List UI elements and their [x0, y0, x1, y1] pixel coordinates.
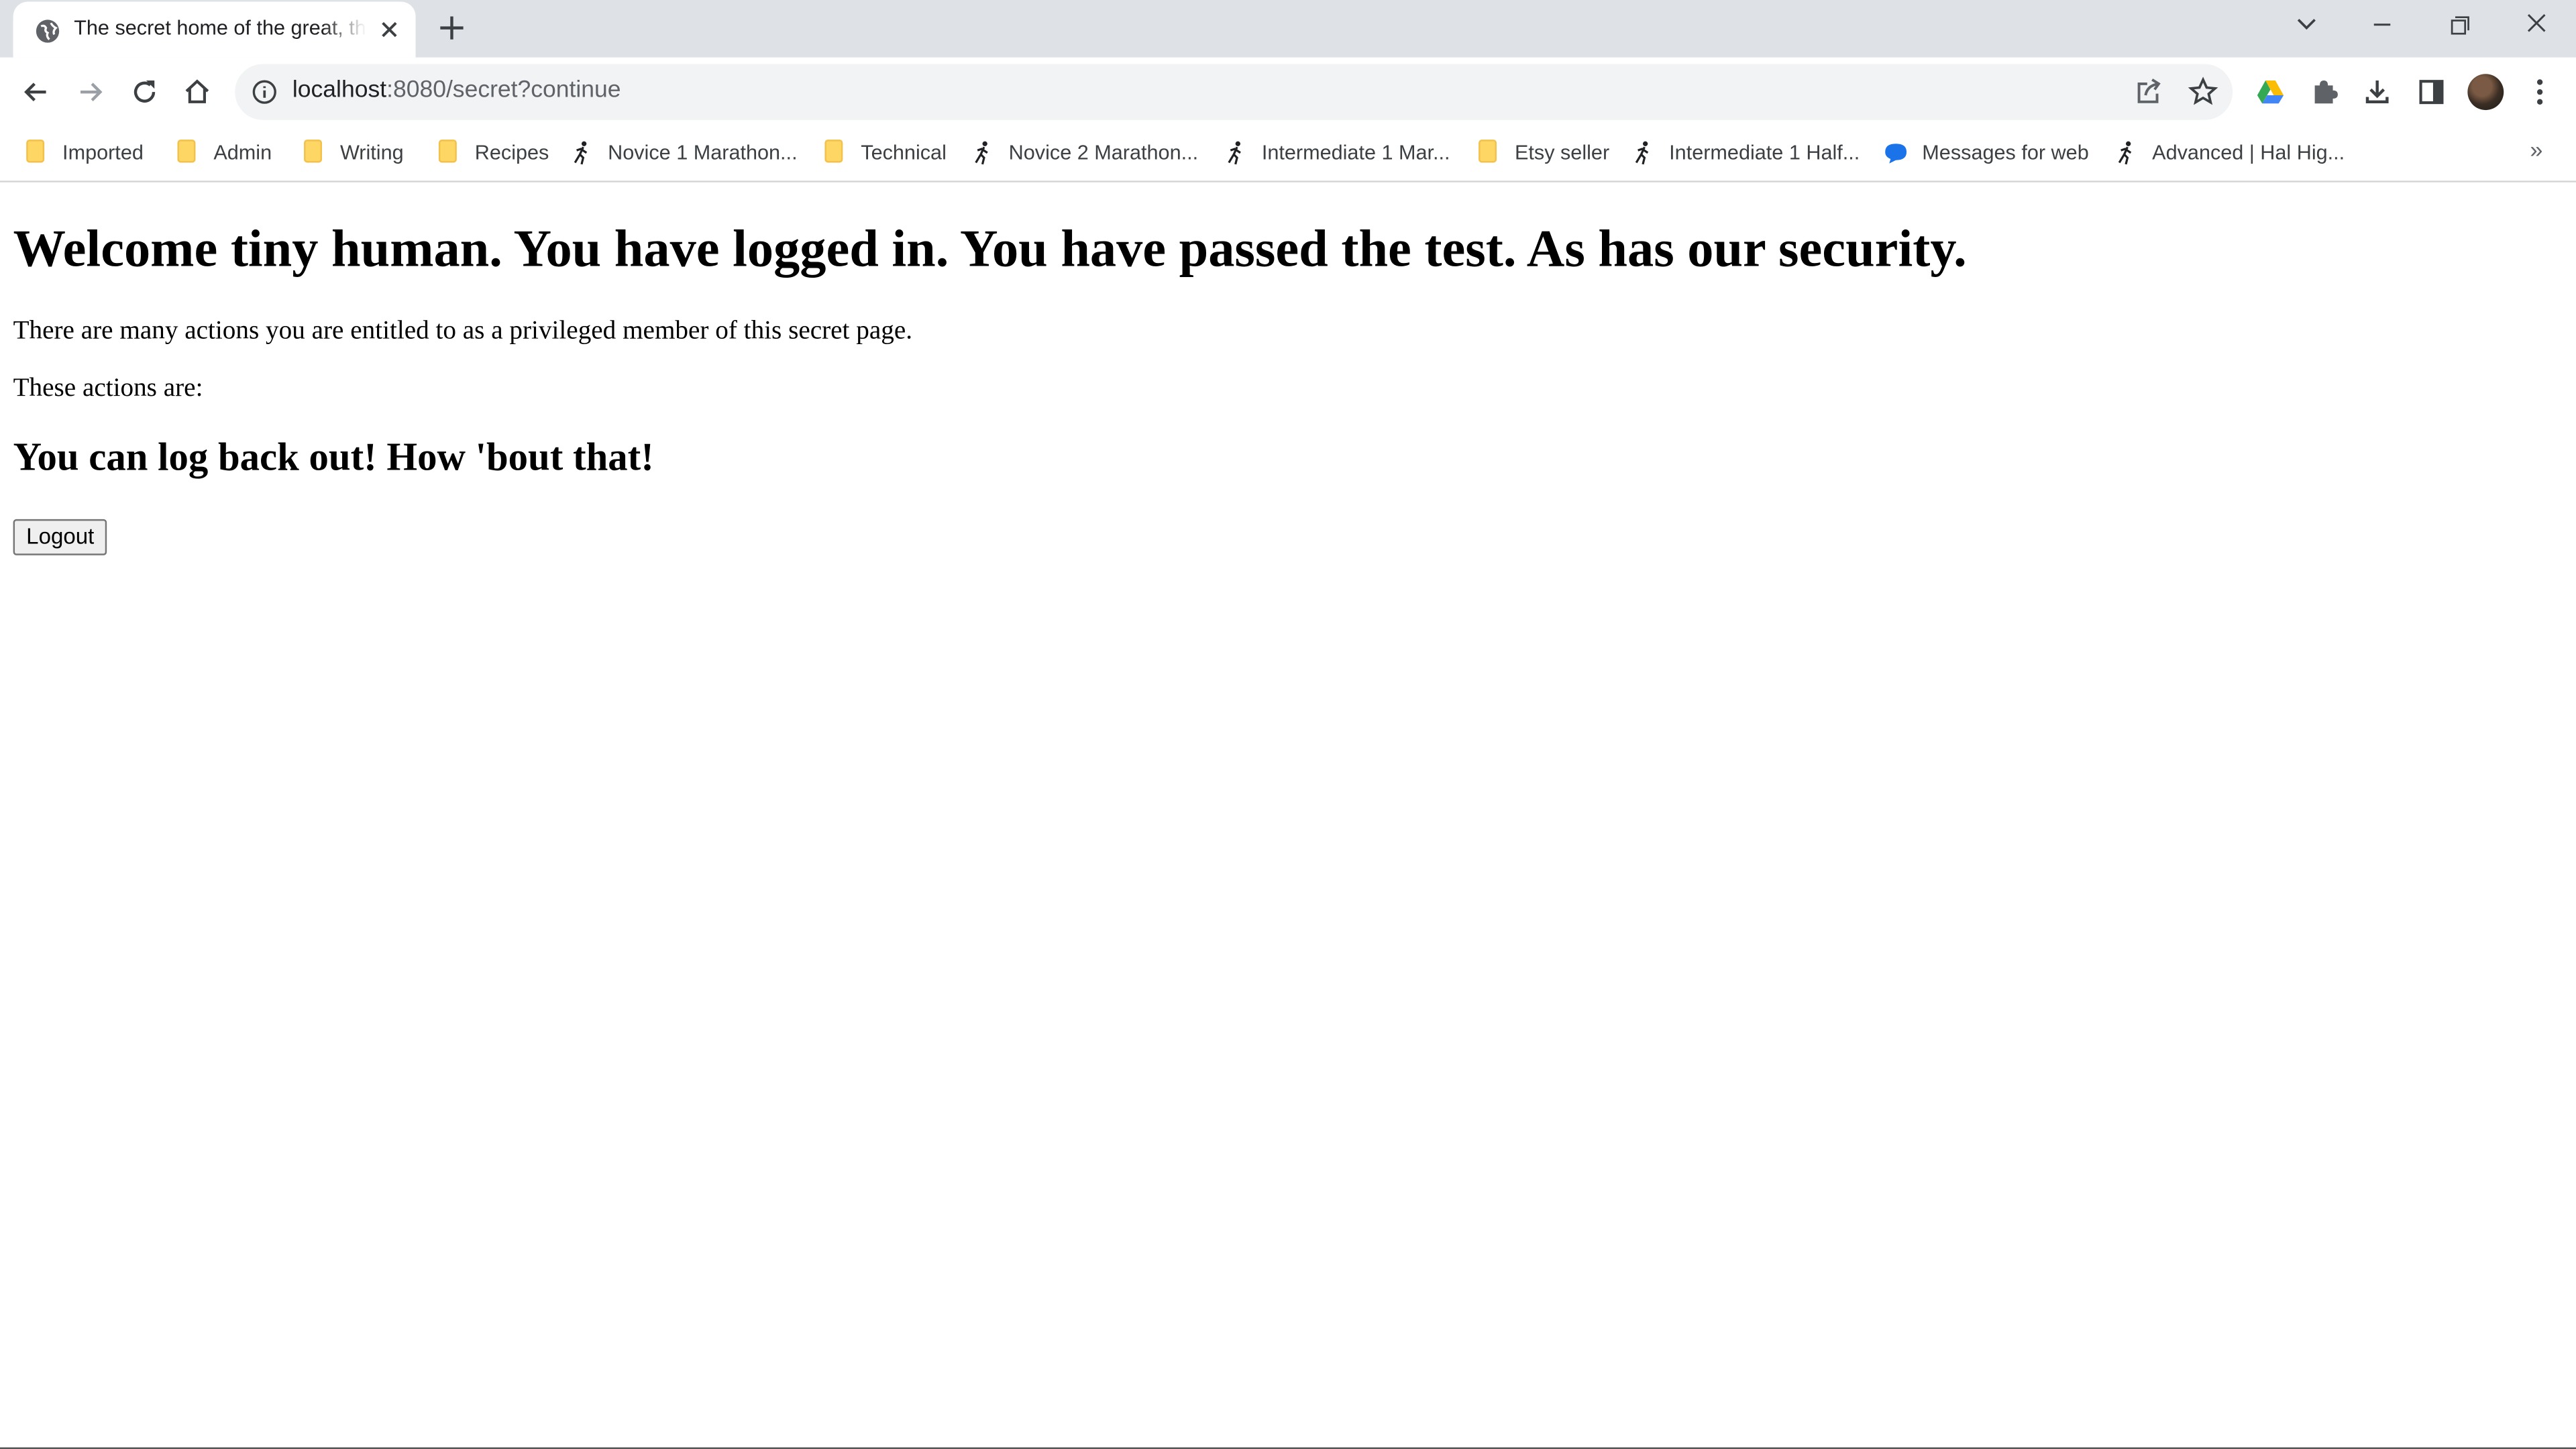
- bookmark-advanced-hal-hig[interactable]: Advanced | Hal Hig...: [2112, 138, 2345, 168]
- browser-window: The secret home of the great, the localh…: [0, 0, 2576, 1449]
- url-text[interactable]: localhost:8080/secret?continue: [292, 77, 621, 103]
- bookmark-recipes[interactable]: Recipes: [435, 138, 549, 168]
- bookmark-label: Technical: [861, 141, 947, 164]
- bookmark-label: Novice 2 Marathon...: [1008, 141, 1199, 164]
- runner-icon: [2118, 141, 2132, 165]
- home-icon[interactable]: [180, 76, 213, 109]
- menu-kebab-icon[interactable]: [2524, 76, 2557, 109]
- folder-icon: [1475, 140, 1501, 166]
- bookmark-admin[interactable]: Admin: [174, 138, 272, 168]
- url-path: :8080/secret?continue: [386, 77, 621, 104]
- bookmark-label: Writing: [339, 141, 404, 164]
- logout-button[interactable]: Logout: [13, 519, 107, 555]
- bookmark-label: Admin: [213, 141, 272, 164]
- bookmarks-overflow-chevron[interactable]: »: [2530, 136, 2542, 162]
- bookmark-label: Intermediate 1 Half...: [1669, 141, 1860, 164]
- folder-icon: [23, 140, 49, 166]
- page-title: Welcome tiny human. You have logged in. …: [13, 218, 1967, 278]
- back-arrow-icon[interactable]: [19, 76, 52, 109]
- messages-icon: [1885, 144, 1907, 164]
- extensions-puzzle-icon[interactable]: [2308, 76, 2341, 109]
- bookmark-label: Intermediate 1 Mar...: [1261, 141, 1450, 164]
- bookmark-writing[interactable]: Writing: [301, 138, 404, 168]
- logout-heading: You can log back out! How 'bout that!: [13, 437, 654, 480]
- actions-label: These actions are:: [13, 374, 203, 403]
- folder-icon: [435, 140, 462, 166]
- site-info-icon[interactable]: [252, 79, 278, 105]
- download-icon[interactable]: [2361, 76, 2394, 109]
- reload-icon[interactable]: [128, 76, 161, 109]
- runner-icon: [1228, 141, 1241, 165]
- globe-icon: [36, 19, 60, 43]
- close-tab-icon[interactable]: [378, 18, 400, 41]
- bookmark-label: Novice 1 Marathon...: [608, 141, 798, 164]
- google-drive-icon[interactable]: [2254, 76, 2287, 109]
- bookmark-intermediate-1-half[interactable]: Intermediate 1 Half...: [1629, 138, 1860, 168]
- folder-icon: [174, 140, 201, 166]
- runner-icon: [1635, 141, 1649, 165]
- browser-tab[interactable]: The secret home of the great, the: [13, 1, 416, 58]
- share-icon[interactable]: [2133, 76, 2165, 109]
- bookmark-etsy-seller[interactable]: Etsy seller: [1475, 138, 1609, 168]
- restore-icon[interactable]: [2441, 10, 2477, 40]
- close-window-icon[interactable]: [2518, 10, 2555, 40]
- runner-icon: [574, 141, 588, 165]
- bookmark-star-icon[interactable]: [2187, 76, 2220, 109]
- tab-title: The secret home of the great, the: [74, 16, 367, 40]
- bookmark-messages-for-web[interactable]: Messages for web: [1883, 138, 2089, 168]
- side-panel-icon[interactable]: [2415, 76, 2448, 109]
- bookmark-label: Advanced | Hal Hig...: [2152, 141, 2345, 164]
- profile-avatar[interactable]: [2467, 74, 2504, 111]
- new-tab-icon[interactable]: [437, 13, 466, 43]
- bookmark-technical[interactable]: Technical: [821, 138, 947, 168]
- bookmark-label: Etsy seller: [1514, 141, 1610, 164]
- bookmark-novice-1-marathon[interactable]: Novice 1 Marathon...: [568, 138, 798, 168]
- runner-icon: [975, 141, 988, 165]
- bookmark-label: Recipes: [474, 141, 549, 164]
- folder-icon: [301, 140, 327, 166]
- bookmark-intermediate-1-mar[interactable]: Intermediate 1 Mar...: [1222, 138, 1450, 168]
- bookmark-novice-2-marathon[interactable]: Novice 2 Marathon...: [969, 138, 1198, 168]
- page-content: Welcome tiny human. You have logged in. …: [0, 182, 2576, 1449]
- forward-arrow-icon[interactable]: [74, 76, 107, 109]
- bookmark-imported[interactable]: Imported: [23, 138, 144, 168]
- bookmark-label: Imported: [62, 141, 144, 164]
- minimize-icon[interactable]: [2364, 10, 2400, 40]
- url-host: localhost: [292, 77, 387, 104]
- bookmark-label: Messages for web: [1922, 141, 2089, 164]
- tab-search-icon[interactable]: [2288, 10, 2324, 40]
- intro-paragraph: There are many actions you are entitled …: [13, 317, 913, 345]
- folder-icon: [821, 140, 847, 166]
